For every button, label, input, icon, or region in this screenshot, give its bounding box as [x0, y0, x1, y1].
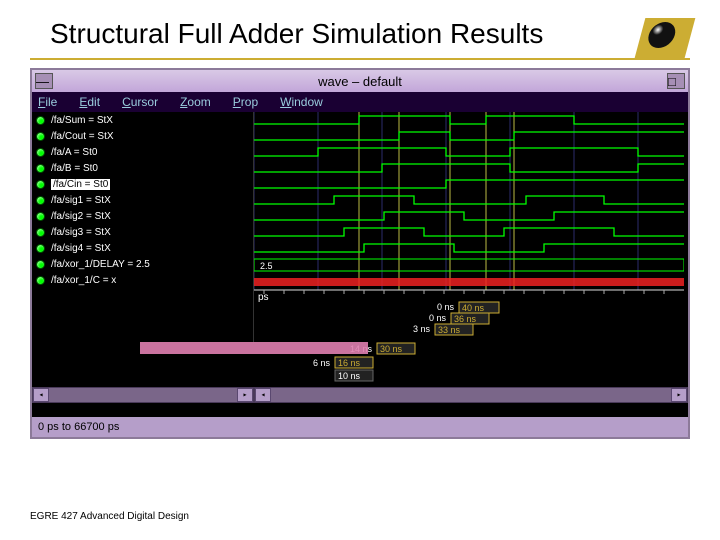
menu-file[interactable]: File [38, 95, 57, 109]
scroll-left-icon[interactable]: ◂ [255, 388, 271, 402]
signal-list: /fa/Sum = StX/fa/Cout = StX/fa/A = St0/f… [32, 112, 254, 342]
signal-row[interactable]: /fa/sig2 = StX [32, 208, 253, 224]
signal-label: /fa/A = St0 [51, 147, 97, 158]
signal-row[interactable]: /fa/Sum = StX [32, 112, 253, 128]
maximize-button[interactable]: □ [667, 73, 685, 89]
signal-row[interactable]: /fa/Cout = StX [32, 128, 253, 144]
signal-row[interactable]: /fa/xor_1/DELAY = 2.5 [32, 256, 253, 272]
scroll-right-icon[interactable]: ▸ [671, 388, 687, 402]
signal-label: /fa/B = St0 [51, 163, 98, 174]
svg-text:0 ns: 0 ns [429, 313, 447, 323]
menu-window[interactable]: Window [280, 95, 323, 109]
window-menu-button[interactable]: — [35, 73, 53, 89]
signal-label: /fa/xor_1/C = x [51, 275, 116, 286]
signal-dot-icon [36, 132, 45, 141]
signal-dot-icon [36, 180, 45, 189]
slide-footer: EGRE 427 Advanced Digital Design [30, 511, 189, 522]
menu-cursor[interactable]: Cursor [122, 95, 158, 109]
signal-row[interactable]: /fa/B = St0 [32, 160, 253, 176]
signal-label: /fa/sig4 = StX [51, 243, 111, 254]
window-title: wave – default [318, 74, 402, 89]
scroll-left-icon[interactable]: ◂ [33, 388, 49, 402]
signal-label: /fa/Cout = StX [51, 131, 114, 142]
menu-edit[interactable]: Edit [79, 95, 100, 109]
signal-row[interactable]: /fa/sig4 = StX [32, 240, 253, 256]
svg-text:16 ns: 16 ns [338, 358, 361, 368]
svg-text:6 ns: 6 ns [313, 358, 331, 368]
signal-label: /fa/sig3 = StX [51, 227, 111, 238]
signal-dot-icon [36, 228, 45, 237]
signal-scrollbar[interactable]: ◂ ▸ [32, 387, 254, 403]
signal-row[interactable]: /fa/A = St0 [32, 144, 253, 160]
signal-dot-icon [36, 244, 45, 253]
signal-dot-icon [36, 276, 45, 285]
wave-scrollbar[interactable]: ◂ ▸ [254, 387, 688, 403]
signal-row[interactable]: /fa/sig1 = StX [32, 192, 253, 208]
signal-row[interactable]: /fa/xor_1/C = x [32, 272, 253, 288]
content-area: /fa/Sum = StX/fa/Cout = StX/fa/A = St0/f… [32, 112, 688, 342]
signal-label: /fa/sig2 = StX [51, 211, 111, 222]
title-underline [30, 58, 690, 60]
signal-dot-icon [36, 116, 45, 125]
scroll-right-icon[interactable]: ▸ [237, 388, 253, 402]
signal-dot-icon [36, 196, 45, 205]
signal-label: /fa/Cin = St0 [51, 179, 110, 190]
delay-value: 2.5 [260, 261, 273, 271]
menu-prop[interactable]: Prop [233, 95, 258, 109]
signal-row[interactable]: /fa/Cin = St0 [32, 176, 253, 192]
signal-dot-icon [36, 260, 45, 269]
svg-text:33 ns: 33 ns [438, 325, 461, 335]
svg-text:36 ns: 36 ns [454, 314, 477, 324]
svg-text:10 ns: 10 ns [338, 371, 361, 381]
time-unit-label: ps [258, 292, 269, 303]
svg-text:30 ns: 30 ns [380, 344, 403, 354]
signal-dot-icon [36, 212, 45, 221]
waveform-panel[interactable]: 2.5 ps 0 ns 40 ns 0 ns [254, 112, 688, 342]
signal-label: /fa/Sum = StX [51, 115, 113, 126]
menu-zoom[interactable]: Zoom [180, 95, 211, 109]
cursor-readout-panel: 14 ns 30 ns 6 ns 16 ns 10 ns ◂ ▸ ◂ ▸ [32, 342, 688, 417]
signal-dot-icon [36, 148, 45, 157]
menubar: File Edit Cursor Zoom Prop Window [32, 92, 688, 112]
wave-window: — wave – default □ File Edit Cursor Zoom… [30, 68, 690, 439]
signal-label: /fa/xor_1/DELAY = 2.5 [51, 259, 150, 270]
signal-dot-icon [36, 164, 45, 173]
titlebar: — wave – default □ [32, 70, 688, 92]
slide-title: Structural Full Adder Simulation Results [0, 0, 720, 58]
signal-label: /fa/sig1 = StX [51, 195, 111, 206]
svg-text:0 ns: 0 ns [437, 302, 455, 312]
svg-text:3 ns: 3 ns [413, 324, 431, 334]
signal-row[interactable]: /fa/sig3 = StX [32, 224, 253, 240]
statusbar: 0 ps to 66700 ps [32, 417, 688, 437]
status-text: 0 ps to 66700 ps [38, 421, 119, 433]
svg-text:40 ns: 40 ns [462, 303, 485, 313]
scrollbar-row: ◂ ▸ ◂ ▸ [32, 387, 688, 403]
waveform-svg: 2.5 ps 0 ns 40 ns 0 ns [254, 112, 684, 342]
